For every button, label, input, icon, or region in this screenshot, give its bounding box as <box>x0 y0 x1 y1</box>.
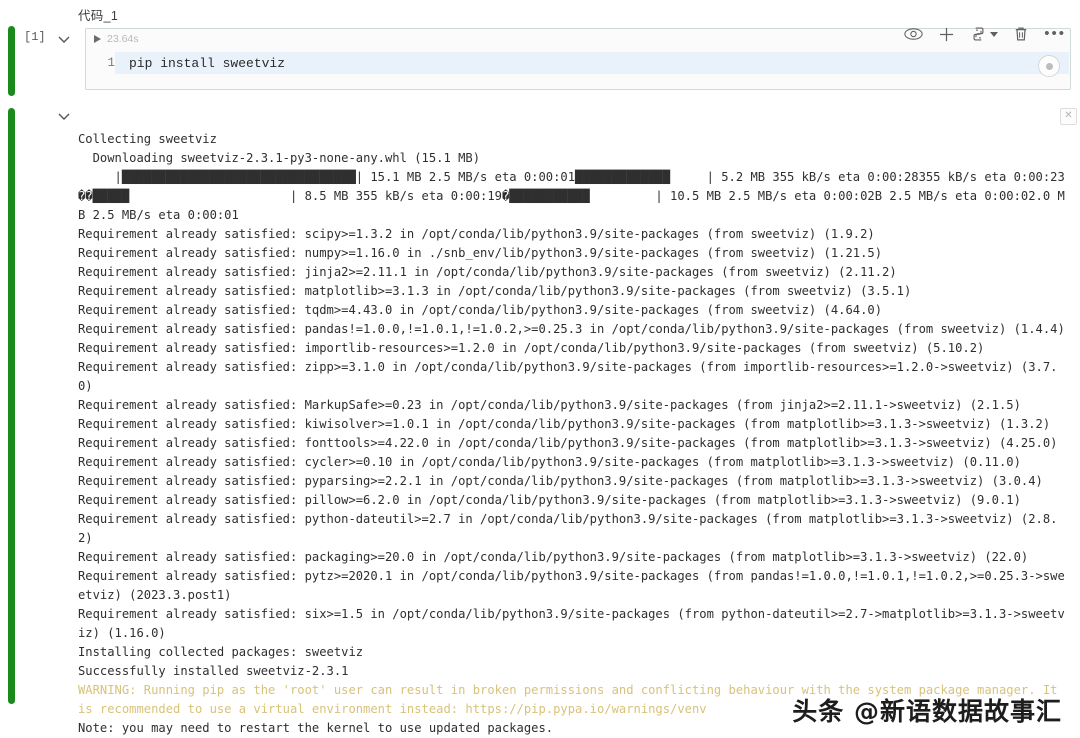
execution-time: 23.64s <box>107 33 139 45</box>
output-line: Requirement already satisfied: scipy>=1.… <box>78 227 875 241</box>
watermark: 头条 @新语数据故事汇 <box>792 697 1062 726</box>
trash-icon[interactable] <box>1014 26 1028 42</box>
output-line: Requirement already satisfied: python-da… <box>78 512 1058 545</box>
plus-icon[interactable] <box>939 27 954 42</box>
cell-accent-bar-code <box>8 26 15 96</box>
output-line: Requirement already satisfied: six>=1.5 … <box>78 607 1065 640</box>
output-line: Requirement already satisfied: pyparsing… <box>78 474 1043 488</box>
ellipsis-icon[interactable]: ••• <box>1044 26 1066 41</box>
output-line: Requirement already satisfied: MarkupSaf… <box>78 398 1021 412</box>
cell-toolbar: ••• <box>904 26 1066 42</box>
notebook-cell-area: 代码_1 [1] 23.64s 1 pip install sweetviz •… <box>0 0 1080 735</box>
output-line: Collecting sweetviz <box>78 132 217 146</box>
output-line: Note: you may need to restart the kernel… <box>78 721 554 735</box>
collapse-code-chevron-icon[interactable] <box>56 31 72 47</box>
collapse-output-chevron-icon[interactable] <box>56 108 72 124</box>
cell-output: Collecting sweetviz Downloading sweetviz… <box>78 130 1068 738</box>
output-line: Requirement already satisfied: matplotli… <box>78 284 912 298</box>
output-line: Requirement already satisfied: importlib… <box>78 341 985 355</box>
kernel-status-indicator[interactable] <box>1038 55 1060 77</box>
kernel-status-dot <box>1045 62 1053 70</box>
output-line: Requirement already satisfied: cycler>=0… <box>78 455 1021 469</box>
output-line: Requirement already satisfied: fonttools… <box>78 436 1058 450</box>
output-line: Requirement already satisfied: numpy>=1.… <box>78 246 883 260</box>
cell-title: 代码_1 <box>78 9 119 23</box>
run-cell-play-icon[interactable] <box>94 35 101 43</box>
output-line: |████████████████████████████████| 15.1 … <box>78 170 1065 222</box>
python-kernel-icon[interactable] <box>970 26 999 42</box>
cell-accent-bar-output <box>8 108 15 704</box>
code-line[interactable]: 1 pip install sweetviz <box>87 52 1069 74</box>
output-line: Requirement already satisfied: pytz>=202… <box>78 569 1065 602</box>
eye-icon[interactable] <box>904 27 923 41</box>
output-line: Requirement already satisfied: kiwisolve… <box>78 417 1051 431</box>
output-line: Requirement already satisfied: pandas!=1… <box>78 322 1065 336</box>
run-status: 23.64s <box>94 33 139 45</box>
output-line: Requirement already satisfied: jinja2>=2… <box>78 265 897 279</box>
line-number: 1 <box>87 52 115 74</box>
output-line: Requirement already satisfied: packaging… <box>78 550 1029 564</box>
code-content[interactable]: pip install sweetviz <box>129 56 285 71</box>
close-output-button[interactable]: ✕ <box>1060 108 1077 125</box>
chevron-down-icon[interactable] <box>990 31 999 37</box>
output-line: Installing collected packages: sweetviz <box>78 645 364 659</box>
output-line: Requirement already satisfied: tqdm>=4.4… <box>78 303 883 317</box>
execution-count: [1] <box>24 30 46 44</box>
output-line: Downloading sweetviz-2.3.1-py3-none-any.… <box>92 151 481 165</box>
output-line: Successfully installed sweetviz-2.3.1 <box>78 664 349 678</box>
output-line: Requirement already satisfied: zipp>=3.1… <box>78 360 1058 393</box>
output-line: Requirement already satisfied: pillow>=6… <box>78 493 1021 507</box>
